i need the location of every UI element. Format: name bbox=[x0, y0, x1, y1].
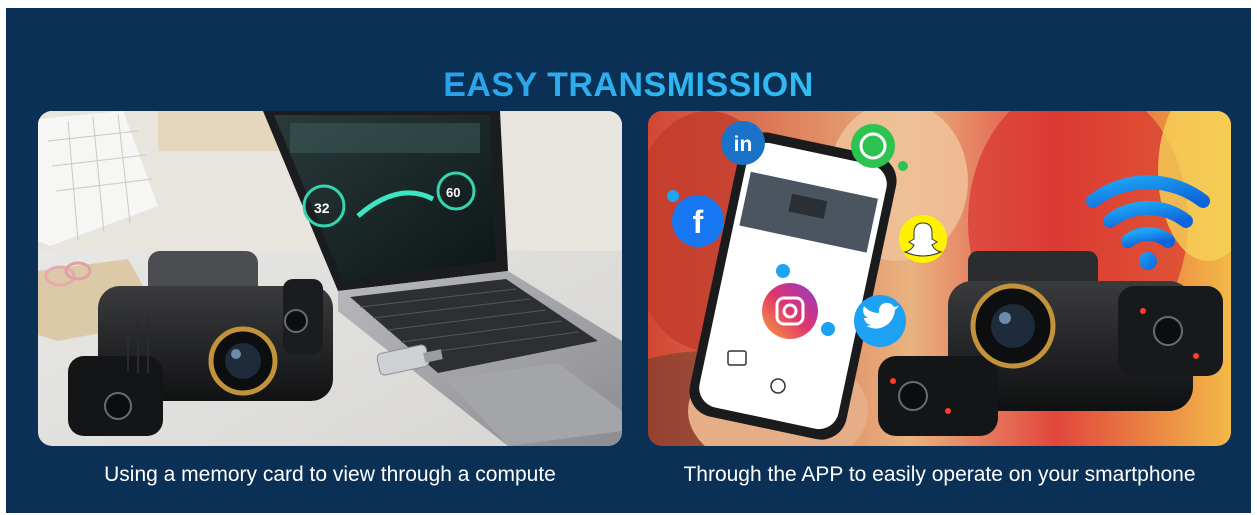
svg-text:60: 60 bbox=[446, 185, 460, 200]
facebook-icon: f bbox=[672, 195, 724, 247]
snapchat-icon bbox=[899, 215, 947, 263]
caption-smartphone-app: Through the APP to easily operate on you… bbox=[683, 463, 1196, 486]
page-title: EASY TRANSMISSION bbox=[6, 66, 1251, 105]
whatsapp-icon bbox=[851, 124, 895, 168]
banner: EASY TRANSMISSION 32 60 in f Using a mem… bbox=[6, 8, 1251, 513]
instagram-icon bbox=[762, 283, 818, 339]
twitter-icon bbox=[854, 295, 906, 347]
linkedin-icon: in bbox=[721, 121, 765, 165]
memory-card-photo: 32 60 bbox=[38, 111, 622, 446]
svg-text:32: 32 bbox=[314, 200, 330, 216]
svg-text:f: f bbox=[693, 204, 704, 240]
caption-memory-card: Using a memory card to view through a co… bbox=[104, 463, 556, 486]
smartphone-app-photo: in f bbox=[648, 111, 1231, 446]
svg-text:in: in bbox=[734, 133, 753, 156]
